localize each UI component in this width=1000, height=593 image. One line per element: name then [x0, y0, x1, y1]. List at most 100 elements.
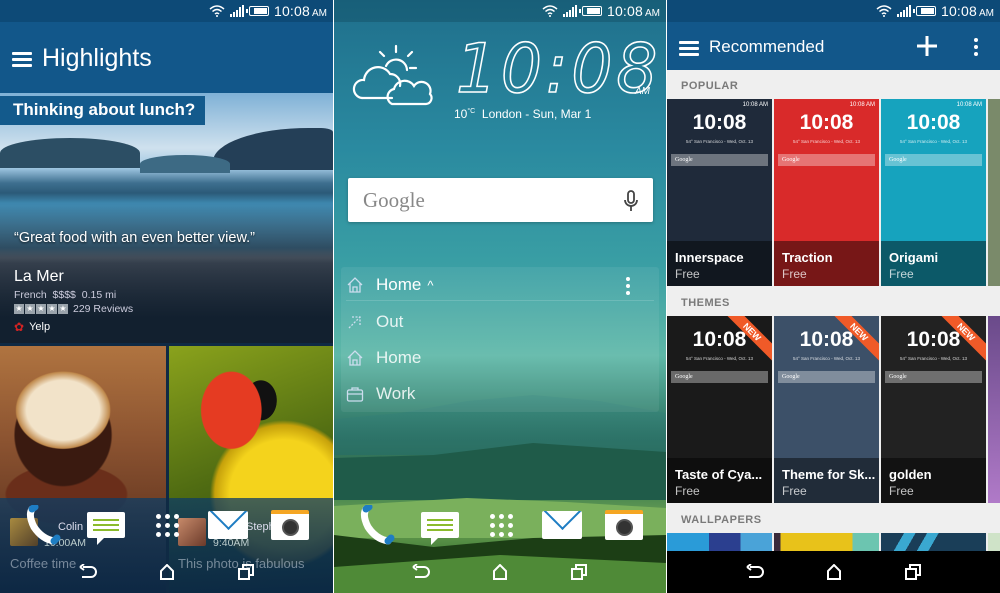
page-title: Highlights — [42, 44, 152, 72]
home-icon[interactable] — [822, 560, 846, 584]
highlights-screen: 10:08 AM Highlights Thinking about lunch?… — [0, 0, 333, 593]
partly-cloudy-icon[interactable] — [352, 42, 436, 108]
dock — [334, 505, 666, 545]
search-label: Google — [363, 188, 425, 212]
wallpaper-thumb[interactable] — [774, 533, 879, 551]
section-themes: THEMES — [681, 297, 730, 309]
theme-name: Traction — [782, 250, 833, 265]
page-title: Recommended — [709, 37, 825, 56]
home-icon[interactable] — [488, 560, 512, 584]
recents-icon[interactable] — [234, 560, 258, 584]
location-item[interactable]: Home — [346, 348, 421, 368]
status-bar: 10:08 AM — [0, 0, 333, 22]
theme-price: Free — [782, 484, 807, 498]
source-name: Yelp — [29, 321, 51, 333]
location-item[interactable]: Work — [346, 384, 415, 404]
divider — [346, 300, 654, 301]
navigation-bar — [667, 551, 1000, 593]
hamburger-menu-icon[interactable] — [679, 41, 699, 56]
messages-icon[interactable] — [86, 505, 126, 545]
home-icon — [347, 350, 363, 366]
wallpaper-thumb[interactable] — [667, 533, 772, 551]
status-time: 10:08 AM — [606, 3, 660, 19]
wallpaper-thumb-partial[interactable] — [988, 533, 1000, 551]
theme-price: Free — [675, 484, 700, 498]
briefcase-icon — [346, 387, 364, 402]
signal-icon — [229, 5, 244, 17]
review-quote: “Great food with an even better view.” — [14, 230, 255, 246]
recents-icon[interactable] — [567, 560, 591, 584]
back-icon[interactable] — [76, 560, 100, 584]
recents-icon[interactable] — [901, 560, 925, 584]
place-name[interactable]: La Mer — [14, 268, 64, 286]
theme-name: Taste of Cya... — [675, 467, 763, 482]
theme-name: Origami — [889, 250, 939, 265]
theme-price: Free — [675, 267, 700, 281]
add-icon[interactable] — [915, 34, 939, 58]
section-popular: POPULAR — [681, 80, 739, 92]
dock — [0, 505, 333, 545]
location-current[interactable]: Home ^ — [346, 275, 433, 295]
battery-icon — [578, 6, 602, 16]
theme-card[interactable]: 10:08 54° San Francisco - Wed, Oct. 13 G… — [667, 316, 772, 503]
phone-icon[interactable] — [358, 505, 398, 545]
google-search-bar[interactable]: Google — [348, 178, 653, 222]
more-options-icon[interactable] — [974, 38, 978, 56]
theme-card[interactable]: 10:08 AM 10:08 54° San Francisco - Wed, … — [881, 99, 986, 286]
status-bar: 10:08 AM — [334, 0, 666, 22]
microphone-icon[interactable] — [623, 190, 639, 212]
more-options-icon[interactable] — [626, 277, 630, 295]
theme-card[interactable]: 10:08 54° San Francisco - Wed, Oct. 13 G… — [881, 316, 986, 503]
home-icon[interactable] — [155, 560, 179, 584]
yelp-icon: ✿ — [14, 320, 25, 334]
theme-card-partial[interactable] — [988, 316, 1000, 503]
source: ✿ Yelp — [14, 320, 50, 334]
theme-price: Free — [889, 484, 914, 498]
theme-name: Theme for Sk... — [782, 467, 876, 482]
home-screen: 10:08 AM 10:08 AM 10°C London - Sun, Mar … — [334, 0, 666, 593]
back-icon[interactable] — [409, 560, 433, 584]
theme-card[interactable]: 10:08 AM 10:08 54° San Francisco - Wed, … — [667, 99, 772, 286]
wifi-icon — [876, 5, 892, 17]
back-icon[interactable] — [743, 560, 767, 584]
theme-price: Free — [889, 267, 914, 281]
featured-tag: Thinking about lunch? — [0, 96, 206, 125]
weather-summary[interactable]: 10°C London - Sun, Mar 1 — [454, 107, 591, 121]
home-icon — [347, 277, 363, 293]
recommended-screen: 10:08 AM Recommended POPULAR THEMES WALLP… — [667, 0, 1000, 593]
wifi-icon — [209, 5, 225, 17]
wifi-icon — [542, 5, 558, 17]
theme-card[interactable]: 10:08 54° San Francisco - Wed, Oct. 13 G… — [774, 316, 879, 503]
app-drawer-icon[interactable] — [481, 505, 521, 545]
battery-icon — [912, 6, 936, 16]
wallpaper-thumb[interactable] — [881, 533, 986, 551]
theme-price: Free — [782, 267, 807, 281]
location-item[interactable]: Out — [346, 312, 403, 332]
clock-ampm: AM — [635, 86, 650, 97]
theme-name: Innerspace — [675, 250, 744, 265]
section-wallpapers: WALLPAPERS — [681, 514, 762, 526]
camera-icon[interactable] — [604, 505, 644, 545]
theme-name: golden — [889, 467, 932, 482]
signal-icon — [562, 5, 577, 17]
star-rating: ★ ★ ★ ★ ★ — [14, 304, 68, 314]
rocket-icon — [348, 316, 361, 329]
status-bar: 10:08 AM — [667, 0, 1000, 22]
camera-icon[interactable] — [270, 505, 310, 545]
mail-icon[interactable] — [208, 505, 248, 545]
navigation-bar — [0, 551, 333, 593]
navigation-bar — [334, 551, 666, 593]
theme-card-partial[interactable] — [988, 99, 1000, 286]
mail-icon[interactable] — [542, 505, 582, 545]
status-time: 10:08 AM — [940, 3, 994, 19]
place-meta: French $$$$ 0.15 mi — [14, 289, 117, 301]
messages-icon[interactable] — [420, 505, 460, 545]
phone-icon[interactable] — [24, 505, 64, 545]
signal-icon — [896, 5, 911, 17]
hamburger-menu-icon[interactable] — [12, 52, 32, 67]
battery-icon — [245, 6, 269, 16]
app-drawer-icon[interactable] — [147, 505, 187, 545]
rating: ★ ★ ★ ★ ★ 229 Reviews — [14, 303, 133, 315]
clock-widget[interactable]: 10:08 — [455, 29, 661, 110]
theme-card[interactable]: 10:08 AM 10:08 54° San Francisco - Wed, … — [774, 99, 879, 286]
